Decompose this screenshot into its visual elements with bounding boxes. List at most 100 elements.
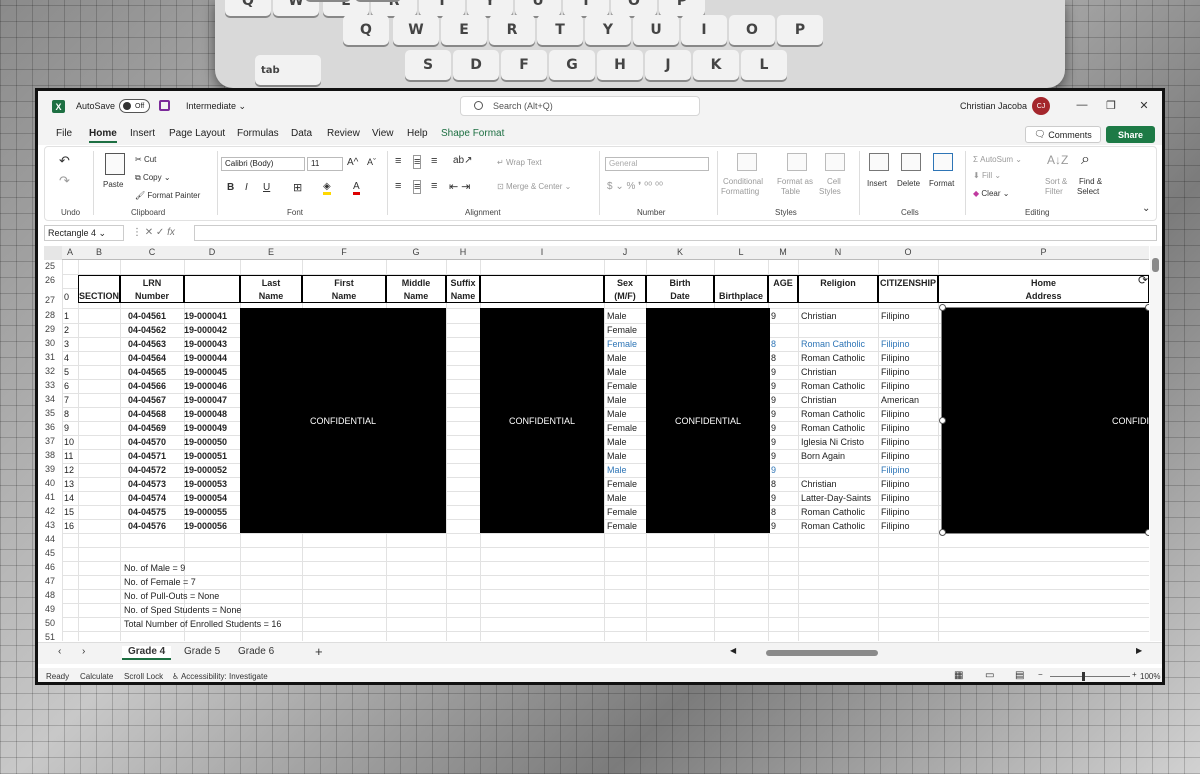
- sheet-tab-grade-5[interactable]: Grade 5: [184, 646, 220, 657]
- comments-button[interactable]: 🗨 Comments: [1025, 126, 1101, 143]
- find-icon[interactable]: ⌕: [1081, 151, 1090, 169]
- user-name[interactable]: Christian Jacoba: [960, 101, 1027, 111]
- row-header[interactable]: 45: [44, 548, 62, 558]
- scroll-right-icon[interactable]: ▶: [1136, 646, 1142, 655]
- row-header[interactable]: 51: [44, 632, 62, 641]
- column-header[interactable]: G: [386, 247, 446, 257]
- row-header[interactable]: 37: [44, 436, 62, 446]
- selection-handle[interactable]: [939, 529, 946, 536]
- selection-handle[interactable]: [939, 416, 946, 424]
- insert-cells-icon[interactable]: [869, 153, 889, 171]
- scroll-left-icon[interactable]: ◀: [730, 646, 736, 655]
- paste-button[interactable]: Paste: [103, 180, 123, 189]
- fill-button[interactable]: ⬇ Fill ⌄: [973, 171, 1001, 180]
- column-header[interactable]: M: [768, 247, 798, 257]
- tab-review[interactable]: Review: [327, 128, 360, 139]
- column-header[interactable]: I: [480, 247, 604, 257]
- spreadsheet-grid[interactable]: ABCDEFGHIJKLMNOP 25 26 27 28 29 30 31 32 33 34 35 3…: [44, 246, 1149, 641]
- align-center-icon[interactable]: ≡: [413, 180, 422, 194]
- underline-button[interactable]: U: [263, 182, 270, 193]
- save-icon[interactable]: [159, 100, 170, 111]
- clear-button[interactable]: ◆ Clear ⌄: [973, 189, 1009, 198]
- cell-styles-button[interactable]: Cell: [827, 177, 841, 186]
- borders-icon[interactable]: ⊞: [293, 181, 302, 194]
- indent-icon[interactable]: ⇤ ⇥: [449, 180, 471, 193]
- cut-button[interactable]: ✂ Cut: [135, 155, 156, 164]
- row-header[interactable]: 30: [44, 338, 62, 348]
- row-header[interactable]: 34: [44, 394, 62, 404]
- selection-handle[interactable]: [1145, 304, 1149, 311]
- number-format-select[interactable]: General: [605, 157, 709, 171]
- horizontal-scroll-thumb[interactable]: [766, 650, 878, 656]
- align-top-icon[interactable]: ≡: [395, 155, 401, 167]
- format-table-icon[interactable]: [787, 153, 807, 171]
- row-header[interactable]: 25: [44, 261, 62, 271]
- formula-input[interactable]: [194, 225, 1157, 241]
- add-sheet-button[interactable]: +: [315, 644, 323, 659]
- row-header[interactable]: 49: [44, 604, 62, 614]
- font-color-icon[interactable]: A: [353, 181, 360, 195]
- orientation-icon[interactable]: ab↗: [453, 155, 473, 166]
- confidential-redaction[interactable]: CONFIDI: [941, 307, 1149, 534]
- tab-help[interactable]: Help: [407, 128, 428, 139]
- tab-view[interactable]: View: [372, 128, 394, 139]
- autosave-toggle[interactable]: Off: [119, 99, 150, 113]
- collapse-ribbon-icon[interactable]: ⌄: [1142, 203, 1150, 214]
- tab-scroll-left-icon[interactable]: ‹: [58, 646, 61, 657]
- formula-icons[interactable]: ⋮ ✕ ✓ fx: [132, 227, 175, 238]
- insert-button[interactable]: Insert: [867, 179, 887, 188]
- zoom-slider[interactable]: [1050, 676, 1130, 677]
- column-header[interactable]: C: [120, 247, 184, 257]
- accessibility-status[interactable]: ♿ Accessibility: Investigate: [172, 672, 268, 681]
- align-middle-icon[interactable]: ≡: [413, 155, 422, 169]
- align-right-icon[interactable]: ≡: [431, 180, 437, 192]
- redo-icon[interactable]: ↷: [59, 173, 70, 189]
- delete-button[interactable]: Delete: [897, 179, 920, 188]
- row-header[interactable]: 50: [44, 618, 62, 628]
- share-button[interactable]: Share: [1106, 126, 1155, 143]
- sort-filter-button[interactable]: Sort &: [1045, 177, 1067, 186]
- row-header[interactable]: 48: [44, 590, 62, 600]
- sheet-tab-grade-6[interactable]: Grade 6: [238, 646, 274, 657]
- paste-icon[interactable]: [105, 153, 125, 175]
- sort-filter-button-2[interactable]: Filter: [1045, 187, 1063, 196]
- tab-home[interactable]: Home: [89, 128, 117, 143]
- selection-handle[interactable]: [1145, 529, 1149, 536]
- close-icon[interactable]: ✕: [1137, 99, 1151, 112]
- row-header[interactable]: 36: [44, 422, 62, 432]
- italic-button[interactable]: I: [245, 182, 248, 193]
- row-header[interactable]: 28: [44, 310, 62, 320]
- select-all-corner[interactable]: [44, 246, 62, 260]
- column-header[interactable]: J: [604, 247, 646, 257]
- align-bottom-icon[interactable]: ≡: [431, 155, 437, 167]
- row-header[interactable]: 41: [44, 492, 62, 502]
- column-header[interactable]: A: [62, 247, 78, 257]
- conditional-formatting-icon[interactable]: [737, 153, 757, 171]
- row-header[interactable]: 32: [44, 366, 62, 376]
- format-button[interactable]: Format: [929, 179, 954, 188]
- row-header[interactable]: 38: [44, 450, 62, 460]
- vertical-scroll-thumb[interactable]: [1152, 258, 1159, 272]
- tab-page-layout[interactable]: Page Layout: [169, 128, 225, 139]
- row-header[interactable]: 42: [44, 506, 62, 516]
- row-header[interactable]: 46: [44, 562, 62, 572]
- delete-cells-icon[interactable]: [901, 153, 921, 171]
- row-header[interactable]: 44: [44, 534, 62, 544]
- cell-styles-button-2[interactable]: Styles: [819, 187, 841, 196]
- column-header[interactable]: L: [714, 247, 768, 257]
- row-header[interactable]: 33: [44, 380, 62, 390]
- column-header[interactable]: N: [798, 247, 878, 257]
- format-cells-icon[interactable]: [933, 153, 953, 171]
- row-header[interactable]: 31: [44, 352, 62, 362]
- copy-button[interactable]: ⧉ Copy ⌄: [135, 173, 171, 183]
- row-header[interactable]: 43: [44, 520, 62, 530]
- zoom-out-icon[interactable]: −: [1038, 670, 1043, 679]
- file-name[interactable]: Intermediate ⌄: [186, 101, 246, 112]
- zoom-slider-thumb[interactable]: [1082, 672, 1085, 681]
- fill-color-icon[interactable]: ◈: [323, 181, 331, 195]
- row-header[interactable]: 35: [44, 408, 62, 418]
- name-box[interactable]: Rectangle 4 ⌄: [44, 225, 124, 241]
- conditional-formatting-button[interactable]: Conditional: [723, 177, 763, 186]
- column-header[interactable]: F: [302, 247, 386, 257]
- shrink-font-icon[interactable]: Aˇ: [367, 157, 376, 167]
